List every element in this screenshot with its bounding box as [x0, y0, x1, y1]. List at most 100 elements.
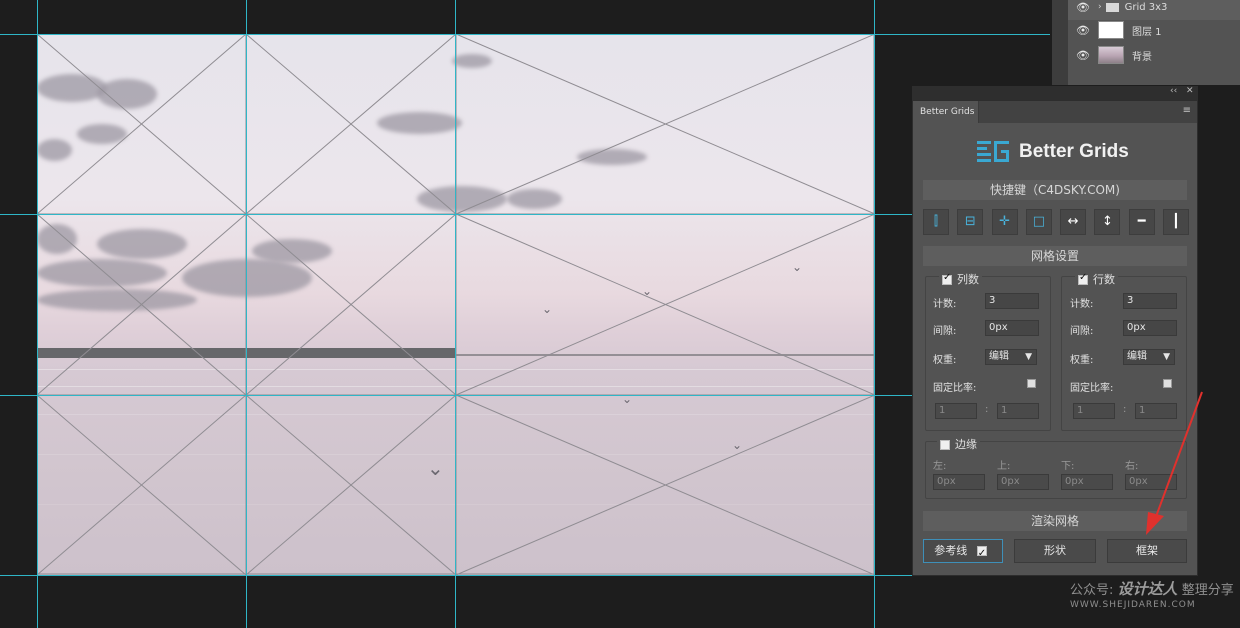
margin-top-input[interactable]: 0px	[997, 474, 1049, 490]
panel-titlebar[interactable]: ‹‹ ✕	[912, 86, 1198, 100]
cross-split-button[interactable]: ✛	[991, 209, 1018, 235]
quick-tools-row: ⫿ ⊟ ✛ □ ↔ ↕ ━ ┃	[923, 209, 1189, 235]
frame-button[interactable]: □	[1025, 209, 1052, 235]
guide-vertical[interactable]	[874, 0, 875, 628]
column-split-icon: ⫿	[933, 214, 939, 229]
vertical-line-icon: ┃	[1172, 214, 1180, 229]
rows-ratio-a-input[interactable]: 1	[1073, 403, 1115, 419]
shortcut-section-bar: 快捷键（C4DSKY.COM)	[923, 180, 1187, 200]
tab-better-grids[interactable]: Better Grids	[913, 101, 979, 123]
guide-vertical[interactable]	[37, 0, 38, 628]
guide-vertical[interactable]	[455, 0, 456, 628]
column-split-button[interactable]: ⫿	[923, 209, 949, 235]
rows-weight-label: 权重:	[1070, 355, 1094, 366]
rows-ratio-label: 固定比率:	[1070, 383, 1114, 394]
margin-right-label: 右:	[1125, 461, 1139, 472]
rows-weight-value: 编辑	[1127, 351, 1147, 362]
eye-icon[interactable]: 👁	[1068, 24, 1098, 37]
columns-ratio-b-input[interactable]: 1	[997, 403, 1039, 419]
better-grids-logo-icon	[977, 141, 1009, 163]
margin-left-input[interactable]: 0px	[933, 474, 985, 490]
layer-thumbnail	[1098, 46, 1124, 64]
rows-gap-label: 间隙:	[1070, 326, 1094, 337]
dropdown-arrow-icon: ▼	[1025, 352, 1032, 362]
margin-header[interactable]: 边缘	[937, 436, 980, 452]
guide-horizontal[interactable]	[0, 395, 1050, 396]
eye-icon[interactable]: 👁	[1068, 1, 1098, 14]
watermark: 公众号: 设计达人 整理分享 WWW.SHEJIDAREN.COM	[1070, 578, 1234, 610]
frame-button[interactable]: 框架	[1107, 539, 1187, 563]
columns-header-label: 列数	[957, 273, 979, 286]
panel-title: Better Grids	[1019, 141, 1129, 162]
horizontal-arrows-icon: ↔	[1067, 214, 1079, 229]
horizontal-line-button[interactable]: ━	[1128, 209, 1155, 235]
columns-count-label: 计数:	[933, 299, 957, 310]
rows-header-label: 行数	[1093, 273, 1115, 286]
rows-count-input[interactable]: 3	[1123, 293, 1177, 309]
chevron-right-icon[interactable]: ›	[1098, 2, 1102, 12]
rows-ratio-checkbox[interactable]	[1163, 379, 1172, 388]
guides-button-label: 参考线	[934, 544, 968, 557]
guide-horizontal[interactable]	[0, 214, 1050, 215]
red-annotation-arrow	[1146, 391, 1203, 535]
columns-gap-input[interactable]: 0px	[985, 320, 1039, 336]
rows-header[interactable]: 行数	[1075, 271, 1118, 287]
frame-icon: □	[1032, 214, 1045, 229]
columns-gap-label: 间隙:	[933, 326, 957, 337]
columns-weight-value: 编辑	[989, 351, 1009, 362]
watermark-suffix: 整理分享	[1181, 583, 1234, 598]
guides-checkbox[interactable]	[976, 543, 987, 565]
row-split-button[interactable]: ⊟	[957, 209, 984, 235]
watermark-prefix: 公众号:	[1070, 583, 1114, 598]
rows-count-label: 计数:	[1070, 299, 1094, 310]
guide-horizontal[interactable]	[0, 34, 1050, 35]
folder-icon	[1105, 2, 1119, 12]
guide-horizontal[interactable]	[0, 575, 1050, 576]
grid-settings-section-bar: 网格设置	[923, 246, 1187, 266]
margin-top-label: 上:	[997, 461, 1011, 472]
photoshop-workspace: ⌄ ⌄ ⌄ ⌄ ⌄ ⌄ 👁 › Grid 3x3 👁 图层 1 👁 背景 ‹‹ …	[0, 0, 1240, 628]
layer-row-background[interactable]: 👁 背景	[1068, 42, 1240, 68]
columns-header[interactable]: 列数	[939, 271, 982, 287]
vertical-arrows-icon: ↕	[1101, 214, 1113, 229]
cross-split-icon: ✛	[999, 214, 1011, 229]
guides-button[interactable]: 参考线	[923, 539, 1003, 565]
horizontal-arrows-button[interactable]: ↔	[1060, 209, 1087, 235]
watermark-url: WWW.SHEJIDAREN.COM	[1070, 600, 1196, 610]
columns-checkbox[interactable]	[942, 272, 952, 285]
watermark-line1: 公众号: 设计达人 整理分享	[1070, 578, 1234, 599]
margin-checkbox[interactable]	[940, 440, 950, 450]
watermark-brand: 设计达人	[1117, 580, 1178, 598]
ratio-separator: :	[1123, 404, 1127, 415]
ratio-separator: :	[985, 404, 989, 415]
vertical-line-button[interactable]: ┃	[1162, 209, 1189, 235]
vertical-arrows-button[interactable]: ↕	[1094, 209, 1121, 235]
margin-bottom-input[interactable]: 0px	[1061, 474, 1113, 490]
layer-name: Grid 3x3	[1124, 1, 1168, 13]
close-icon[interactable]: ✕	[1186, 86, 1194, 96]
rows-checkbox[interactable]	[1078, 272, 1088, 285]
layer-name: 图层 1	[1132, 26, 1162, 38]
grid-overlay	[37, 34, 875, 575]
shape-button[interactable]: 形状	[1014, 539, 1096, 563]
panel-menu-icon[interactable]: ≡	[1183, 105, 1191, 116]
rows-weight-select[interactable]: 编辑 ▼	[1123, 349, 1175, 365]
columns-weight-select[interactable]: 编辑 ▼	[985, 349, 1037, 365]
guide-vertical[interactable]	[246, 0, 247, 628]
layer-row-layer1[interactable]: 👁 图层 1	[1068, 17, 1240, 43]
margin-bottom-label: 下:	[1061, 461, 1075, 472]
horizontal-line-icon: ━	[1137, 214, 1146, 229]
columns-count-input[interactable]: 3	[985, 293, 1039, 309]
eye-icon[interactable]: 👁	[1068, 49, 1098, 62]
layer-thumbnail	[1098, 21, 1124, 39]
margin-left-label: 左:	[933, 461, 947, 472]
rows-gap-input[interactable]: 0px	[1123, 320, 1177, 336]
columns-weight-label: 权重:	[933, 355, 957, 366]
columns-ratio-a-input[interactable]: 1	[935, 403, 977, 419]
columns-ratio-checkbox[interactable]	[1027, 379, 1036, 388]
margin-header-label: 边缘	[955, 438, 977, 451]
panel-logo: Better Grids	[977, 141, 1129, 163]
collapse-icon[interactable]: ‹‹	[1170, 86, 1177, 96]
canvas-photo[interactable]: ⌄ ⌄ ⌄ ⌄ ⌄ ⌄	[37, 34, 875, 575]
row-split-icon: ⊟	[964, 214, 976, 229]
